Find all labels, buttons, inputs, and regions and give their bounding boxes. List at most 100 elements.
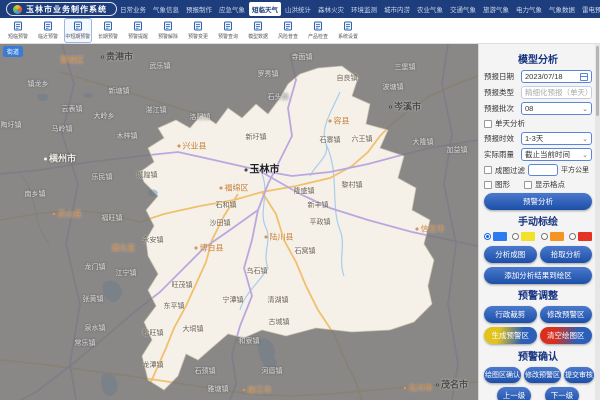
confirm-buttons: 绘图区确认修改预警区提交审核 — [484, 367, 592, 383]
map-container[interactable]: 街道 贵港市覃塘区武乐镇镇龙乡新塘镇云表镇大岭乡湛江镇洛阳镇马岭镇陶圩镇横州市木… — [0, 44, 478, 400]
adjust-button-2[interactable]: 生成预警区 — [484, 327, 537, 344]
analysis-panel: 模型分析 预报日期 2023/07/18 预报类型 精细化预报（单天） 预报批次… — [478, 44, 600, 400]
adjust-buttons-row1: 行政裁剪修改预警区 — [484, 306, 592, 323]
batch-select[interactable]: 08 ⌄ — [521, 102, 592, 115]
grid-label: 显示格点 — [535, 179, 565, 190]
nav-item-7[interactable]: 环境监测 — [348, 2, 380, 16]
nav-item-12[interactable]: 电力气象 — [513, 2, 545, 16]
filter-checkbox[interactable] — [484, 166, 492, 174]
nav-item-9[interactable]: 农业气象 — [414, 2, 446, 16]
tool-item-7[interactable]: 预警查询 — [214, 18, 242, 43]
report-icon — [43, 21, 53, 31]
nav-item-6[interactable]: 森林火灾 — [315, 2, 347, 16]
graphic-label: 图形 — [495, 179, 510, 190]
tool-item-5[interactable]: 预警解除 — [154, 18, 182, 43]
nav-item-3[interactable]: 应急气象 — [216, 2, 248, 16]
top-nav-bar: 玉林市业务制作系统 日常业务气象信息预报制作应急气象短临天气山洪统计森林火灾环境… — [0, 0, 600, 18]
nav-item-10[interactable]: 交通气象 — [447, 2, 479, 16]
tool-item-9[interactable]: 风险普查 — [274, 18, 302, 43]
type-label: 预报类型 — [484, 87, 518, 98]
map-canvas[interactable] — [0, 44, 478, 400]
filter-label: 成图过滤 — [495, 165, 525, 176]
period-label: 预报时效 — [484, 133, 518, 144]
map-layer-badge[interactable]: 街道 — [3, 46, 23, 57]
panel-scrollbar[interactable] — [595, 44, 600, 400]
nav-item-2[interactable]: 预报制作 — [183, 2, 215, 16]
app-title: 玉林市业务制作系统 — [26, 4, 107, 15]
tool-item-8[interactable]: 模型数据 — [244, 18, 272, 43]
color-swatch — [578, 232, 592, 241]
color-swatch — [493, 232, 507, 241]
nav-item-14[interactable]: 雷电预警 — [579, 2, 600, 16]
toolbar: 短临预警 临近预警 中短期预警 长期预警 预警提醒 预警解除 预警变更 预警查询… — [0, 18, 600, 44]
confirm-nav-button-1[interactable]: 下一级 — [545, 387, 579, 400]
tool-item-10[interactable]: 产品检查 — [304, 18, 332, 43]
confirm-button-1[interactable]: 修改预警区 — [524, 367, 561, 383]
report-icon — [133, 21, 143, 31]
tool-item-2[interactable]: 中短期预警 — [64, 18, 92, 43]
color-radio-0[interactable] — [484, 232, 507, 241]
top-nav-menu: 日常业务气象信息预报制作应急气象短临天气山洪统计森林火灾环境监测城市内涝农业气象… — [117, 2, 600, 16]
tool-item-3[interactable]: 长期预警 — [94, 18, 122, 43]
adjust-button-0[interactable]: 行政裁剪 — [484, 306, 537, 323]
app-window: 玉林市业务制作系统 日常业务气象信息预报制作应急气象短临天气山洪统计森林火灾环境… — [0, 0, 600, 400]
chevron-down-icon: ⌄ — [582, 105, 588, 113]
report-icon — [163, 21, 173, 31]
nav-item-0[interactable]: 日常业务 — [117, 2, 149, 16]
panel-title: 模型分析 — [484, 51, 592, 66]
adjust-button-1[interactable]: 修改预警区 — [540, 306, 593, 323]
tool-item-11[interactable]: 系统设置 — [334, 18, 362, 43]
add-result-button[interactable]: 添加分析结果到绘区 — [484, 267, 592, 284]
single-day-label: 单天分析 — [495, 118, 525, 129]
report-icon — [103, 21, 113, 31]
color-swatch — [521, 232, 535, 241]
filter-area-input[interactable] — [528, 164, 558, 176]
color-radio-group — [484, 232, 592, 241]
period-select[interactable]: 1-3天 ⌄ — [521, 132, 592, 145]
graphic-checkbox[interactable] — [484, 181, 492, 189]
nav-item-13[interactable]: 气象数据 — [546, 2, 578, 16]
batch-label: 预报批次 — [484, 103, 518, 114]
type-input[interactable]: 精细化预报（单天） — [521, 86, 592, 99]
tool-item-4[interactable]: 预警提醒 — [124, 18, 152, 43]
adjust-button-3[interactable]: 清空绘图区 — [540, 327, 593, 344]
radio-icon — [512, 233, 519, 240]
grid-checkbox[interactable] — [524, 181, 532, 189]
nav-item-8[interactable]: 城市内涝 — [381, 2, 413, 16]
date-input[interactable]: 2023/07/18 — [521, 70, 592, 83]
rain-label: 实际雨量 — [484, 149, 518, 160]
filter-unit: 平方公里 — [561, 165, 589, 175]
report-icon — [13, 21, 23, 31]
calendar-icon — [580, 73, 588, 81]
confirm-button-2[interactable]: 提交审核 — [564, 367, 594, 383]
report-icon — [343, 21, 353, 31]
confirm-button-0[interactable]: 绘图区确认 — [484, 367, 521, 383]
manual-button-1[interactable]: 拾取分析 — [540, 246, 593, 263]
chevron-down-icon: ⌄ — [582, 151, 588, 159]
tool-item-1[interactable]: 临近预警 — [34, 18, 62, 43]
report-icon — [283, 21, 293, 31]
nav-item-11[interactable]: 旅游气象 — [480, 2, 512, 16]
manual-buttons: 分析成图拾取分析 — [484, 246, 592, 263]
color-radio-2[interactable] — [541, 232, 564, 241]
color-swatch — [550, 232, 564, 241]
nav-item-4[interactable]: 短临天气 — [249, 2, 281, 16]
nav-item-1[interactable]: 气象信息 — [150, 2, 182, 16]
confirm-nav-button-0[interactable]: 上一级 — [497, 387, 531, 400]
color-radio-3[interactable] — [569, 232, 592, 241]
report-icon — [193, 21, 203, 31]
app-logo[interactable]: 玉林市业务制作系统 — [6, 2, 117, 16]
tool-item-0[interactable]: 短临预警 — [4, 18, 32, 43]
color-radio-1[interactable] — [512, 232, 535, 241]
rain-select[interactable]: 截止当前时间 ⌄ — [521, 148, 592, 161]
single-day-checkbox[interactable] — [484, 120, 492, 128]
analyze-button[interactable]: 预警分析 — [484, 193, 592, 210]
report-icon — [223, 21, 233, 31]
radio-icon — [484, 233, 491, 240]
report-icon — [73, 21, 83, 31]
confirm-title: 预警确认 — [484, 348, 592, 363]
nav-item-5[interactable]: 山洪统计 — [282, 2, 314, 16]
tool-item-6[interactable]: 预警变更 — [184, 18, 212, 43]
manual-button-0[interactable]: 分析成图 — [484, 246, 537, 263]
report-icon — [253, 21, 263, 31]
